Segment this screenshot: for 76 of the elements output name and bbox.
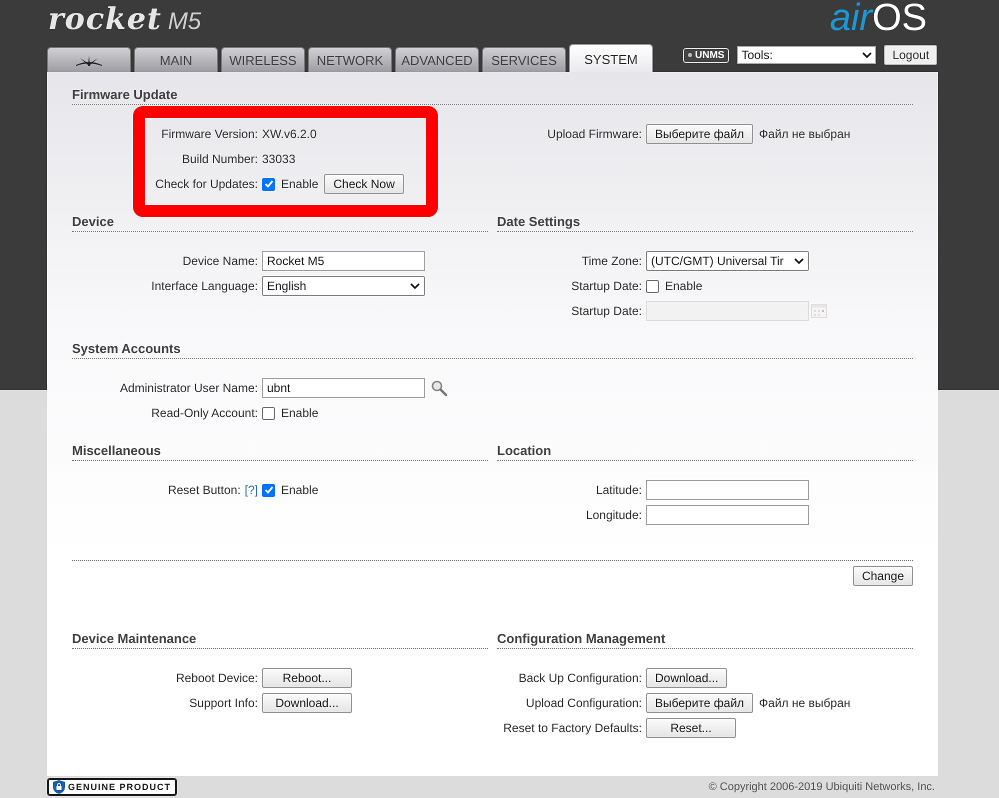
action-button[interactable]: Reset...: [646, 718, 736, 738]
section-title: Configuration Management: [497, 631, 913, 649]
product-logo: rocket: [48, 2, 162, 37]
text-field[interactable]: ubnt: [262, 378, 425, 398]
field-label: Interface Language:: [151, 279, 258, 293]
file-status: Файл не выбран: [759, 696, 850, 710]
model-name: M5: [168, 8, 202, 36]
field-label: Reset Button:: [168, 483, 241, 497]
genuine-product-badge: GENUINE PRODUCT: [47, 778, 178, 796]
field-value: 33033: [262, 152, 296, 166]
section-title: Location: [497, 443, 913, 461]
action-button[interactable]: Reboot...: [262, 668, 352, 688]
section-title: Device: [72, 214, 488, 232]
checkbox[interactable]: [262, 406, 275, 420]
shield-lock-icon: [53, 780, 65, 794]
file-status: Файл не выбран: [759, 127, 850, 141]
unms-badge: UNMS: [683, 48, 730, 62]
logo-tab[interactable]: [47, 47, 131, 73]
checkbox[interactable]: [262, 178, 275, 190]
field-label: Startup Date:: [571, 304, 642, 318]
change-button[interactable]: Change: [852, 566, 913, 586]
field-label: Device Name:: [182, 254, 258, 268]
field-label: Build Number:: [182, 152, 258, 166]
checkbox-label: Enable: [281, 177, 318, 191]
chevron-icon: [410, 283, 420, 289]
field-label: Reboot Device:: [176, 671, 258, 685]
action-button[interactable]: Download...: [646, 668, 728, 688]
tab[interactable]: NETWORK: [308, 47, 392, 73]
chevron-icon: [794, 258, 804, 264]
brand-logo: airOS: [830, 0, 927, 40]
tab[interactable]: SERVICES: [482, 47, 566, 73]
field-label: Administrator User Name:: [120, 381, 258, 395]
help-link[interactable]: [?]: [244, 483, 258, 497]
search-icon[interactable]: [431, 380, 447, 396]
choose-file-button[interactable]: Выберите файл: [646, 693, 754, 713]
field-label: Back Up Configuration:: [518, 671, 642, 685]
tab[interactable]: SYSTEM: [569, 44, 653, 73]
tab[interactable]: ADVANCED: [395, 47, 479, 73]
text-field[interactable]: Rocket M5: [262, 251, 425, 271]
field-label: Upload Firmware:: [547, 127, 642, 141]
chevron-icon: [862, 52, 872, 58]
tab[interactable]: MAIN: [134, 47, 218, 73]
action-button[interactable]: Check Now: [324, 174, 404, 194]
copyright-text: © Copyright 2006-2019 Ubiquiti Networks, Inc.: [708, 781, 936, 793]
text-field[interactable]: [646, 480, 809, 500]
field-label: Reset to Factory Defaults:: [503, 721, 642, 735]
field-label: Time Zone:: [582, 254, 642, 268]
field-label: Latitude:: [596, 483, 642, 497]
section-title: System Accounts: [72, 341, 913, 359]
field-label: Check for Updates:: [155, 177, 258, 191]
tools-dropdown[interactable]: Tools:: [737, 46, 876, 64]
checkbox-label: Enable: [281, 406, 318, 420]
checkbox-label: Enable: [281, 483, 318, 497]
section-title: Date Settings: [497, 214, 913, 232]
tab[interactable]: WIRELESS: [221, 47, 305, 73]
field-value: XW.v6.2.0: [262, 127, 317, 141]
choose-file-button[interactable]: Выберите файл: [646, 124, 754, 144]
section-title: Firmware Update: [72, 87, 913, 105]
field-label: Longitude:: [586, 508, 642, 522]
checkbox[interactable]: [262, 484, 275, 496]
checkbox-label: Enable: [665, 279, 702, 293]
dropdown[interactable]: (UTC/GMT) Universal Tir: [646, 251, 809, 271]
action-button[interactable]: Download...: [262, 693, 352, 713]
check-icon: [264, 485, 274, 495]
text-field[interactable]: [646, 505, 809, 525]
field-label: Upload Configuration:: [526, 696, 642, 710]
field-label: Startup Date:: [571, 279, 642, 293]
logout-button[interactable]: Logout: [884, 45, 938, 65]
field-label: Firmware Version:: [161, 127, 258, 141]
checkbox[interactable]: [646, 280, 659, 292]
section-title: Miscellaneous: [72, 443, 488, 461]
field-label: Read-Only Account:: [151, 406, 258, 420]
dropdown[interactable]: English: [262, 276, 425, 296]
field-label: Support Info:: [189, 696, 258, 710]
check-icon: [264, 179, 274, 189]
section-title: Device Maintenance: [72, 631, 488, 649]
